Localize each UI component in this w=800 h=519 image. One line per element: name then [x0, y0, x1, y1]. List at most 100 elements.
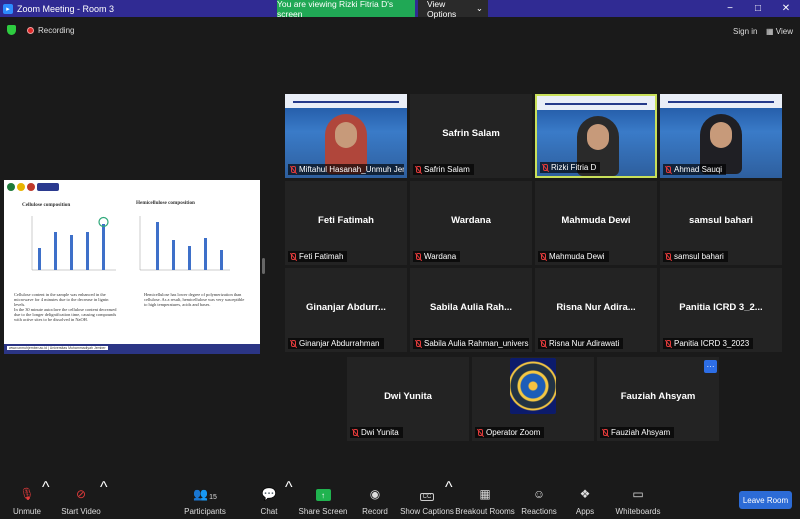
participant-display-name: Mahmuda Dewi	[561, 215, 631, 226]
record-button[interactable]: ◉ Record	[362, 479, 388, 519]
recording-icon	[27, 27, 34, 34]
participant-tile[interactable]: Panitia ICRD 3_2... Panitia ICRD 3_2023	[660, 268, 782, 352]
meeting-info-row: Recording	[0, 20, 800, 40]
close-button[interactable]: ✕	[772, 0, 800, 17]
unmute-button[interactable]: 🎙 Unmute	[11, 479, 43, 519]
participant-tile[interactable]: Wardana Wardana	[410, 181, 532, 265]
participant-tile[interactable]: Feti Fatimah Feti Fatimah	[285, 181, 407, 265]
captions-options-caret[interactable]: ^	[445, 479, 453, 519]
participant-tile[interactable]: Rizki Fitria D	[535, 94, 657, 178]
participants-button[interactable]: 👥 15 Participants	[184, 479, 226, 519]
participant-name: samsul bahari	[674, 252, 724, 261]
breakout-rooms-label: Breakout Rooms	[455, 507, 515, 516]
whiteboards-label: Whiteboards	[615, 507, 661, 516]
participant-tile[interactable]: Fauziah Ahsyam Fauziah Ahsyam	[597, 357, 719, 441]
record-icon: ◉	[369, 487, 381, 501]
participant-display-name: Wardana	[451, 215, 491, 226]
slide-bullet: Cellulose content in the sample was enha…	[14, 292, 109, 308]
mic-muted-icon	[540, 339, 546, 348]
maximize-button[interactable]: □	[744, 0, 772, 17]
recording-label: Recording	[38, 26, 75, 35]
participant-name-tag: Risna Nur Adirawati	[538, 338, 624, 349]
participant-name-tag: Safrin Salam	[413, 164, 474, 175]
participant-display-name: Ginanjar Abdurr...	[306, 302, 386, 313]
participant-name: Safrin Salam	[424, 165, 470, 174]
participant-display-name: samsul bahari	[689, 215, 753, 226]
participant-display-name: Feti Fatimah	[318, 215, 374, 226]
reactions-button[interactable]: ☺ Reactions	[521, 479, 557, 519]
slide-footer-text: www.unmuhjember.ac.id | Universitas Muha…	[7, 346, 108, 350]
viewing-screen-banner: You are viewing Rizki Fitria D's screen	[277, 0, 415, 19]
mic-muted-icon	[540, 252, 546, 261]
mic-muted-icon	[665, 339, 671, 348]
participant-tile[interactable]: Miftahul Hasanah_Unmuh Jember	[285, 94, 407, 178]
mic-muted-icon	[477, 428, 483, 437]
participants-count: 15	[209, 494, 217, 501]
more-options-button[interactable]: ···	[704, 360, 717, 373]
start-video-button[interactable]: ⊘ Start Video	[61, 479, 101, 519]
participants-icon: 👥 15	[193, 487, 217, 501]
audio-options-caret[interactable]: ^	[42, 479, 50, 519]
participant-name: Feti Fatimah	[299, 252, 344, 261]
mic-muted-icon	[290, 165, 296, 174]
splitter-handle[interactable]	[262, 258, 265, 274]
participant-name-tag: Panitia ICRD 3_2023	[663, 338, 754, 349]
slide-left-title: Cellulose composition	[22, 202, 71, 208]
minimize-button[interactable]: −	[716, 0, 744, 17]
view-button[interactable]: ▦ View	[766, 27, 793, 36]
participant-name: Panitia ICRD 3_2023	[674, 339, 750, 348]
participant-tile[interactable]: Mahmuda Dewi Mahmuda Dewi	[535, 181, 657, 265]
participant-name-tag: Ahmad Sauqi	[663, 164, 727, 175]
unmute-label: Unmute	[12, 507, 41, 516]
participant-name-tag: Mahmuda Dewi	[538, 251, 609, 262]
participant-tile[interactable]: Dwi Yunita Dwi Yunita	[347, 357, 469, 441]
sign-in-link[interactable]: Sign in	[733, 27, 757, 36]
participant-tile[interactable]: Risna Nur Adira... Risna Nur Adirawati	[535, 268, 657, 352]
participant-tile[interactable]: Ginanjar Abdurr... Ginanjar Abdurrahman	[285, 268, 407, 352]
apps-button[interactable]: ❖ Apps	[575, 479, 595, 519]
reactions-label: Reactions	[521, 507, 557, 516]
chat-label: Chat	[260, 507, 278, 516]
reactions-icon: ☺	[532, 487, 546, 501]
participant-name-tag: Fauziah Ahsyam	[600, 427, 675, 438]
participant-name-tag: Feti Fatimah	[288, 251, 348, 262]
shared-screen[interactable]: Cellulose composition Hemicellulose comp…	[4, 180, 260, 354]
participant-display-name: Dwi Yunita	[384, 391, 432, 402]
participant-name-tag: Ginanjar Abdurrahman	[288, 338, 384, 349]
chat-options-caret[interactable]: ^	[285, 479, 293, 519]
share-screen-icon: ↑	[315, 479, 331, 501]
zoom-app-icon: ▸	[3, 3, 13, 14]
slide-right-title: Hemicellulose composition	[136, 200, 195, 206]
participant-display-name: Safrin Salam	[442, 128, 500, 139]
chat-button[interactable]: 💬 Chat	[259, 479, 279, 519]
participant-name: Sabila Aulia Rahman_universit...	[424, 339, 529, 348]
participant-tile[interactable]: Ahmad Sauqi	[660, 94, 782, 178]
slide-logos	[7, 183, 59, 191]
start-video-label: Start Video	[61, 507, 101, 516]
mic-muted-icon	[415, 339, 421, 348]
participant-name: Risna Nur Adirawati	[549, 339, 620, 348]
mic-muted-icon	[542, 163, 548, 172]
participant-name-tag: Operator Zoom	[475, 427, 545, 438]
mic-muted-icon	[602, 428, 608, 437]
participant-name-tag: Wardana	[413, 251, 461, 262]
breakout-rooms-icon: ▦	[479, 487, 491, 501]
view-options-label: View Options	[427, 0, 457, 19]
leave-room-button[interactable]: Leave Room	[739, 491, 792, 509]
participant-tile[interactable]: Safrin Salam Safrin Salam	[410, 94, 532, 178]
participant-tile[interactable]: samsul bahari samsul bahari	[660, 181, 782, 265]
video-options-caret[interactable]: ^	[100, 479, 108, 519]
mic-muted-icon	[665, 252, 671, 261]
video-off-icon: ⊘	[75, 487, 87, 501]
shield-icon[interactable]	[7, 25, 16, 35]
participant-tile[interactable]: Sabila Aulia Rah... Sabila Aulia Rahman_u…	[410, 268, 532, 352]
view-label: View	[775, 27, 793, 36]
view-options-button[interactable]: View Options ⌄	[418, 0, 488, 19]
breakout-rooms-button[interactable]: ▦ Breakout Rooms	[455, 479, 515, 519]
participant-tile[interactable]: Operator Zoom	[472, 357, 594, 441]
participant-name: Rizki Fitria D	[551, 163, 597, 172]
apps-label: Apps	[575, 507, 595, 516]
participant-name-tag: Rizki Fitria D	[540, 162, 601, 173]
share-screen-button[interactable]: ↑ Share Screen	[299, 479, 347, 519]
whiteboards-button[interactable]: ▭ Whiteboards	[615, 479, 661, 519]
